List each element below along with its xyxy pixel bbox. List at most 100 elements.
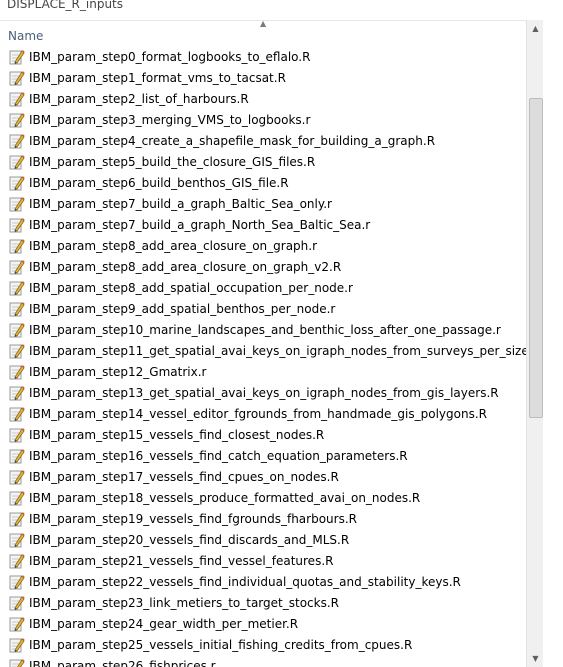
file-name: IBM_param_step3_merging_VMS_to_logbooks.… (29, 112, 311, 127)
r-script-icon (9, 133, 25, 149)
file-row[interactable]: IBM_param_step21_vessels_find_vessel_fea… (0, 550, 526, 571)
r-script-icon (9, 364, 25, 380)
file-row[interactable]: IBM_param_step17_vessels_find_cpues_on_n… (0, 466, 526, 487)
file-name: IBM_param_step20_vessels_find_discards_a… (29, 532, 350, 547)
r-script-icon (9, 112, 25, 128)
file-row[interactable]: IBM_param_step15_vessels_find_closest_no… (0, 424, 526, 445)
r-script-icon (9, 637, 25, 653)
file-name: IBM_param_step22_vessels_find_individual… (29, 574, 461, 589)
file-row[interactable]: IBM_param_step1_format_vms_to_tacsat.R (0, 67, 526, 88)
file-name: IBM_param_step2_list_of_harbours.R (29, 91, 249, 106)
r-script-icon (9, 70, 25, 86)
file-row[interactable]: IBM_param_step5_build_the_closure_GIS_fi… (0, 151, 526, 172)
triangle-down-icon: ▼ (532, 654, 539, 663)
r-script-icon (9, 427, 25, 443)
file-name: IBM_param_step23_link_metiers_to_target_… (29, 595, 339, 610)
file-name: IBM_param_step8_add_area_closure_on_grap… (29, 238, 318, 253)
r-script-icon (9, 154, 25, 170)
file-name: IBM_param_step16_vessels_find_catch_equa… (29, 448, 408, 463)
file-name: IBM_param_step15_vessels_find_closest_no… (29, 427, 325, 442)
file-row[interactable]: IBM_param_step13_get_spatial_avai_keys_o… (0, 382, 526, 403)
r-script-icon (9, 175, 25, 191)
r-script-icon (9, 616, 25, 632)
file-row[interactable]: IBM_param_step12_Gmatrix.r (0, 361, 526, 382)
file-row[interactable]: IBM_param_step26_fishprices.r (0, 655, 526, 667)
r-script-icon (9, 259, 25, 275)
file-name: IBM_param_step14_vessel_editor_fgrounds_… (29, 406, 487, 421)
file-row[interactable]: IBM_param_step14_vessel_editor_fgrounds_… (0, 403, 526, 424)
folder-title: DISPLACE_R_inputs (7, 0, 124, 11)
file-row[interactable]: IBM_param_step4_create_a_shapefile_mask_… (0, 130, 526, 151)
file-row[interactable]: IBM_param_step10_marine_landscapes_and_b… (0, 319, 526, 340)
file-row[interactable]: IBM_param_step11_get_spatial_avai_keys_o… (0, 340, 526, 361)
file-name: IBM_param_step13_get_spatial_avai_keys_o… (29, 385, 499, 400)
file-name: IBM_param_step17_vessels_find_cpues_on_n… (29, 469, 339, 484)
file-name: IBM_param_step21_vessels_find_vessel_fea… (29, 553, 334, 568)
r-script-icon (9, 49, 25, 65)
window-edge (543, 0, 563, 667)
file-row[interactable]: IBM_param_step8_add_area_closure_on_grap… (0, 256, 526, 277)
file-name: IBM_param_step6_build_benthos_GIS_file.R (29, 175, 289, 190)
folder-header-bar: DISPLACE_R_inputs (0, 0, 543, 21)
r-script-icon (9, 196, 25, 212)
file-name: IBM_param_step1_format_vms_to_tacsat.R (29, 70, 286, 85)
file-row[interactable]: IBM_param_step0_format_logbooks_to_eflal… (0, 46, 526, 67)
file-name: IBM_param_step10_marine_landscapes_and_b… (29, 322, 501, 337)
r-script-icon (9, 553, 25, 569)
r-script-icon (9, 511, 25, 527)
file-row[interactable]: IBM_param_step8_add_spatial_occupation_p… (0, 277, 526, 298)
vertical-scrollbar[interactable]: ▲ ▼ (526, 20, 544, 667)
file-row[interactable]: IBM_param_step2_list_of_harbours.R (0, 88, 526, 109)
r-script-icon (9, 469, 25, 485)
file-row[interactable]: IBM_param_step6_build_benthos_GIS_file.R (0, 172, 526, 193)
file-row[interactable]: IBM_param_step18_vessels_produce_formatt… (0, 487, 526, 508)
file-name: IBM_param_step26_fishprices.r (29, 658, 216, 667)
file-row[interactable]: IBM_param_step7_build_a_graph_Baltic_Sea… (0, 193, 526, 214)
file-name: IBM_param_step7_build_a_graph_Baltic_Sea… (29, 196, 332, 211)
r-script-icon (9, 322, 25, 338)
file-name: IBM_param_step12_Gmatrix.r (29, 364, 207, 379)
file-name: IBM_param_step24_gear_width_per_metier.R (29, 616, 299, 631)
file-name: IBM_param_step19_vessels_find_fgrounds_f… (29, 511, 357, 526)
r-script-icon (9, 343, 25, 359)
file-row[interactable]: IBM_param_step3_merging_VMS_to_logbooks.… (0, 109, 526, 130)
file-name: IBM_param_step11_get_spatial_avai_keys_o… (29, 343, 526, 358)
file-name: IBM_param_step8_add_spatial_occupation_p… (29, 280, 353, 295)
r-script-icon (9, 91, 25, 107)
scroll-down-button[interactable]: ▼ (527, 650, 544, 667)
r-script-icon (9, 217, 25, 233)
file-row[interactable]: IBM_param_step16_vessels_find_catch_equa… (0, 445, 526, 466)
file-name: IBM_param_step0_format_logbooks_to_eflal… (29, 49, 311, 64)
r-script-icon (9, 658, 25, 667)
column-header-label: Name (8, 29, 44, 43)
file-name: IBM_param_step8_add_area_closure_on_grap… (29, 259, 342, 274)
file-row[interactable]: IBM_param_step9_add_spatial_benthos_per_… (0, 298, 526, 319)
scrollbar-thumb[interactable] (529, 98, 543, 418)
file-row[interactable]: IBM_param_step23_link_metiers_to_target_… (0, 592, 526, 613)
r-script-icon (9, 280, 25, 296)
file-row[interactable]: IBM_param_step20_vessels_find_discards_a… (0, 529, 526, 550)
r-script-icon (9, 301, 25, 317)
r-script-icon (9, 595, 25, 611)
scroll-up-button[interactable]: ▲ (527, 20, 544, 37)
r-script-icon (9, 385, 25, 401)
file-row[interactable]: IBM_param_step24_gear_width_per_metier.R (0, 613, 526, 634)
file-row[interactable]: IBM_param_step19_vessels_find_fgrounds_f… (0, 508, 526, 529)
r-script-icon (9, 574, 25, 590)
file-name: IBM_param_step7_build_a_graph_North_Sea_… (29, 217, 371, 232)
r-script-icon (9, 490, 25, 506)
r-script-icon (9, 532, 25, 548)
r-script-icon (9, 448, 25, 464)
file-row[interactable]: IBM_param_step7_build_a_graph_North_Sea_… (0, 214, 526, 235)
file-name: IBM_param_step9_add_spatial_benthos_per_… (29, 301, 336, 316)
r-script-icon (9, 406, 25, 422)
file-name: IBM_param_step25_vessels_initial_fishing… (29, 637, 413, 652)
file-row[interactable]: IBM_param_step25_vessels_initial_fishing… (0, 634, 526, 655)
file-name: IBM_param_step4_create_a_shapefile_mask_… (29, 133, 436, 148)
triangle-up-icon: ▲ (532, 24, 539, 33)
file-row[interactable]: IBM_param_step8_add_area_closure_on_grap… (0, 235, 526, 256)
column-header-name[interactable]: Name (0, 26, 526, 46)
file-name: IBM_param_step5_build_the_closure_GIS_fi… (29, 154, 316, 169)
file-list: IBM_param_step0_format_logbooks_to_eflal… (0, 46, 526, 667)
file-row[interactable]: IBM_param_step22_vessels_find_individual… (0, 571, 526, 592)
